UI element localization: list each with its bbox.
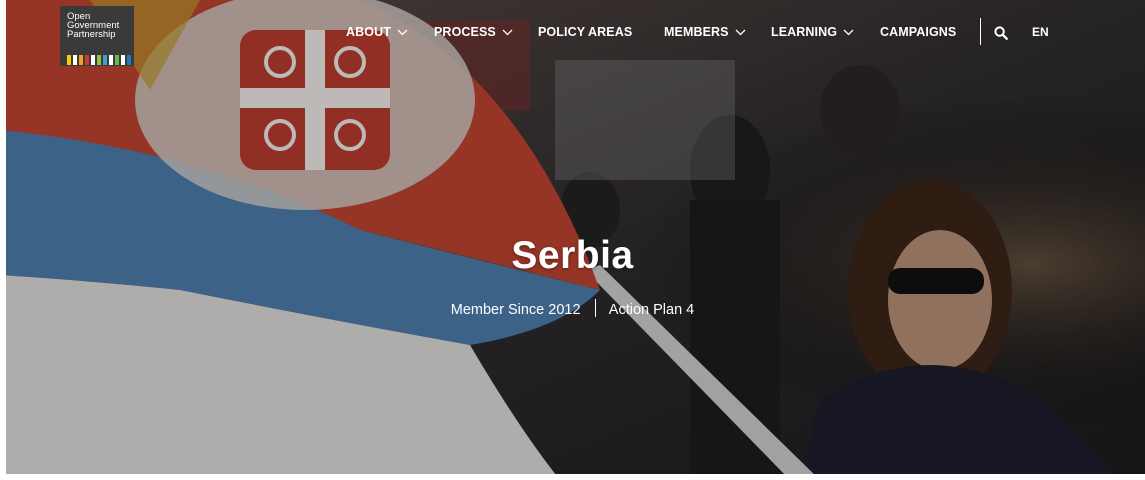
logo-color-stripes — [67, 55, 131, 65]
nav-divider — [980, 18, 981, 45]
nav-item-campaigns[interactable]: CAMPAIGNS — [880, 25, 956, 39]
nav-item-members[interactable]: MEMBERS — [664, 25, 746, 39]
language-selector[interactable]: EN — [1032, 25, 1049, 39]
page-title: Serbia — [511, 234, 634, 277]
nav-label-process: PROCESS — [434, 25, 496, 39]
nav-label-members: MEMBERS — [664, 25, 729, 39]
nav-label-policy-areas: POLICY AREAS — [538, 25, 633, 39]
nav-item-policy-areas[interactable]: POLICY AREAS — [538, 25, 632, 39]
nav-item-about[interactable]: ABOUT — [346, 25, 408, 39]
member-info: Member Since 2012 Action Plan 4 — [0, 299, 1145, 318]
nav-label-campaigns: CAMPAIGNS — [880, 25, 957, 39]
action-plan-text: Action Plan 4 — [608, 302, 695, 318]
chevron-down-icon — [397, 29, 408, 36]
nav-label-about: ABOUT — [346, 25, 391, 39]
page-bottom-margin — [0, 474, 1145, 480]
member-since-text: Member Since 2012 — [450, 302, 581, 318]
chevron-down-icon — [502, 29, 513, 36]
meta-divider — [594, 299, 596, 317]
nav-item-learning[interactable]: LEARNING — [771, 25, 854, 39]
search-icon[interactable] — [994, 26, 1008, 40]
nav-label-learning: LEARNING — [771, 25, 838, 39]
nav-item-process[interactable]: PROCESS — [434, 25, 513, 39]
chevron-down-icon — [843, 29, 854, 36]
main-navigation: ABOUT PROCESS POLICY AREAS MEMBERS LEARN… — [0, 18, 1145, 45]
hero-banner: Open Government Partnership ABOUT PROCES… — [0, 0, 1145, 480]
chevron-down-icon — [735, 29, 746, 36]
